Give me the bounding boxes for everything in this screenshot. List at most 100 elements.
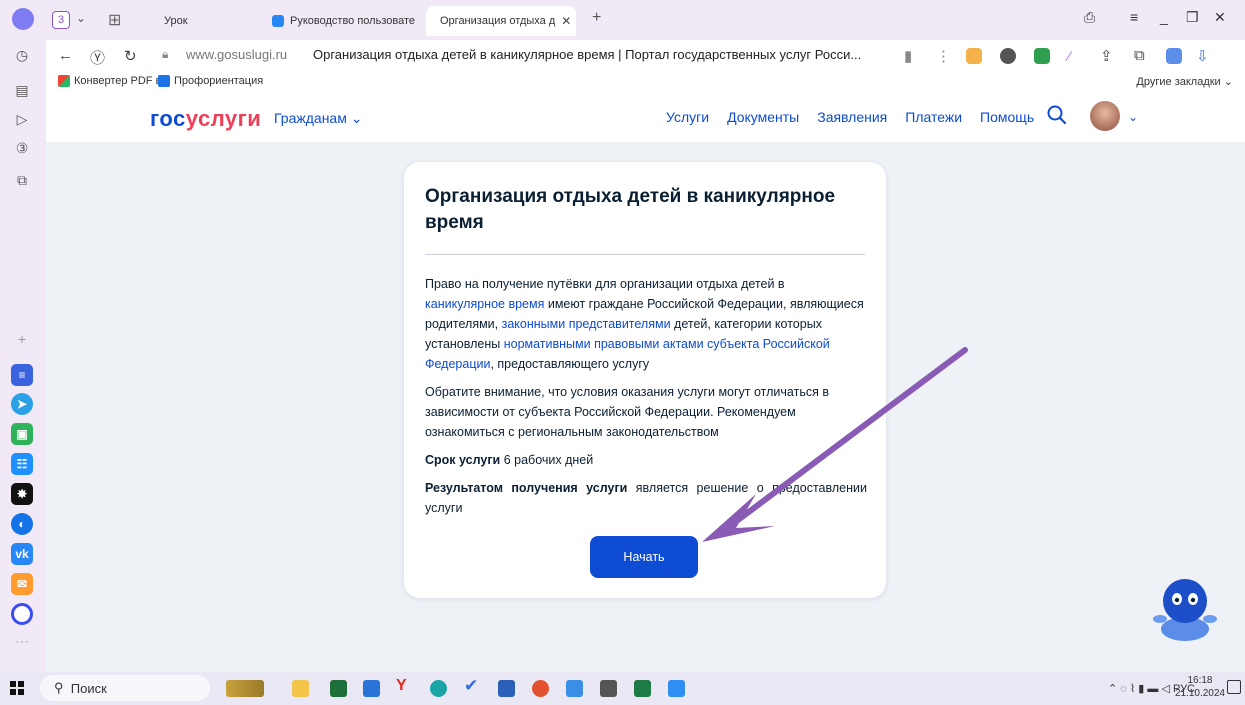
download-cloud-icon[interactable]: ⇪: [1100, 47, 1113, 65]
bookmark-icon[interactable]: ▮: [904, 47, 912, 65]
avatar[interactable]: [1090, 101, 1120, 131]
excel-icon[interactable]: [634, 680, 651, 697]
back-icon[interactable]: ←: [58, 47, 73, 64]
term-paragraph: Срок услуги 6 рабочих дней: [425, 450, 867, 470]
service-card: Организация отдыха детей в каникулярное …: [404, 162, 886, 598]
vk-icon[interactable]: vk: [11, 543, 33, 565]
tab-bar: 3 ⌄ ⊞ Урок Руководство пользовате Органи…: [46, 0, 1245, 40]
tab-active-gosuslugi[interactable]: Организация отдыха д ✕: [426, 6, 576, 36]
link-vacation-time[interactable]: каникулярное время: [425, 297, 544, 311]
new-tab-icon[interactable]: +: [592, 9, 601, 27]
nav-documents[interactable]: Документы: [727, 109, 799, 125]
chevron-down-icon[interactable]: ⌄: [1128, 110, 1138, 124]
audio-extension-icon[interactable]: [966, 48, 982, 64]
windows-start-icon[interactable]: [10, 681, 24, 695]
yandex-browser-icon[interactable]: Y: [396, 677, 413, 694]
burst-app-icon[interactable]: ✸: [11, 483, 33, 505]
close-icon[interactable]: ✕: [561, 14, 571, 28]
nav-payments[interactable]: Платежи: [905, 109, 962, 125]
notifications-icon[interactable]: [1227, 680, 1241, 694]
other-bookmarks-label: Другие закладки: [1136, 76, 1221, 88]
collections-icon[interactable]: ▤: [10, 78, 34, 102]
badge-3-icon[interactable]: ③: [10, 136, 34, 160]
nav-help[interactable]: Помощь: [980, 109, 1034, 125]
service-title: Организация отдыха детей в каникулярное …: [425, 186, 836, 233]
more-vertical-icon[interactable]: ⋮: [936, 47, 951, 65]
chevron-down-icon: ⌄: [350, 110, 363, 126]
vk-icon: [272, 15, 284, 27]
logo-part1: гос: [150, 106, 186, 131]
yandex-icon[interactable]: Ⓨ: [90, 47, 105, 68]
profile-extension-icon[interactable]: [1166, 48, 1182, 64]
career-icon: [158, 75, 170, 87]
page-title[interactable]: Организация отдыха детей в каникулярное …: [313, 47, 861, 62]
other-bookmarks[interactable]: Другие закладки ⌄: [1136, 75, 1233, 88]
restore-icon[interactable]: ❐: [1186, 9, 1199, 26]
pen-icon[interactable]: ⁄: [1068, 48, 1084, 64]
file-explorer-icon[interactable]: [292, 680, 309, 697]
citizens-menu[interactable]: Гражданам ⌄: [274, 110, 362, 127]
history-icon[interactable]: ◷: [10, 43, 34, 67]
tab-groups-icon[interactable]: ⊞: [108, 10, 121, 30]
bookmark-career[interactable]: Профориентация: [158, 75, 263, 87]
play-icon[interactable]: ▷: [10, 107, 34, 131]
word-icon[interactable]: [498, 680, 515, 697]
url-text[interactable]: www.gosuslugi.ru: [186, 47, 287, 62]
messenger-app-icon[interactable]: ≡: [11, 364, 33, 386]
lock-icon: 🔒︎: [162, 47, 169, 61]
menu-icon[interactable]: ≡: [1130, 9, 1138, 25]
chevron-down-icon[interactable]: ⌄: [76, 11, 86, 25]
term-label: Срок услуги: [425, 453, 501, 467]
nav-services[interactable]: Услуги: [666, 109, 709, 125]
notice-paragraph: Обратите внимание, что условия оказания …: [425, 385, 829, 439]
todo-icon[interactable]: ✔: [464, 676, 481, 695]
reload-icon[interactable]: ↻: [124, 47, 137, 65]
tab-label: Руководство пользовате: [290, 15, 415, 27]
service-description: Право на получение путёвки для организац…: [425, 274, 867, 526]
nav-applications[interactable]: Заявления: [817, 109, 887, 125]
mail-icon[interactable]: ✉: [11, 573, 33, 595]
browser-sidebar: ◷ ▤ ▷ ③ ⧉ + ≡ ➤ ▣ ☷ ✸ ◐ vk ✉ ⋯: [0, 0, 46, 672]
tab-label: Организация отдыха д: [440, 15, 556, 27]
assistant-robot-icon[interactable]: [1150, 567, 1220, 647]
bookmark-pdf[interactable]: Конвертер PDF в: [58, 75, 161, 87]
telegram-icon[interactable]: ➤: [11, 393, 33, 415]
idea-extension-icon[interactable]: [1000, 48, 1016, 64]
calculator-icon[interactable]: [600, 680, 617, 697]
more-icon[interactable]: ⋯: [10, 629, 34, 653]
text-fragment: , предоставляющего услугу: [490, 357, 650, 371]
link-legal-representatives[interactable]: законными представителями: [502, 317, 671, 331]
profile-avatar[interactable]: [12, 8, 34, 30]
add-panel-icon[interactable]: +: [10, 327, 34, 351]
edge-icon[interactable]: [430, 680, 447, 697]
shield-extension-icon[interactable]: [1034, 48, 1050, 64]
download-icon[interactable]: ⇩: [1196, 47, 1209, 65]
result-label: Результатом получения услуги: [425, 481, 628, 495]
alice-icon[interactable]: [11, 603, 33, 625]
tab-guide[interactable]: Руководство пользовате: [272, 10, 424, 32]
powerpoint-icon[interactable]: [532, 680, 549, 697]
tab-count-badge[interactable]: 3: [52, 11, 70, 29]
browser-app-icon[interactable]: ◐: [11, 513, 33, 535]
search-icon[interactable]: [1046, 104, 1068, 126]
top-nav: Услуги Документы Заявления Платежи Помощ…: [666, 109, 1034, 125]
store-icon[interactable]: [330, 680, 347, 697]
widgets-icon[interactable]: [226, 680, 264, 697]
start-button[interactable]: Начать: [590, 536, 698, 578]
clock[interactable]: 16:18 21.10.2024: [1175, 675, 1225, 700]
date: 21.10.2024: [1174, 687, 1225, 699]
bookmark-panel-icon[interactable]: ⎙: [1084, 9, 1095, 26]
grid-app-icon[interactable]: ▣: [11, 423, 33, 445]
screenshot-icon[interactable]: ⧉: [10, 168, 34, 192]
search-label: Поиск: [70, 680, 107, 696]
close-window-icon[interactable]: ✕: [1214, 9, 1226, 26]
messenger-icon[interactable]: [668, 680, 685, 697]
gosuslugi-logo[interactable]: госуслуги: [150, 106, 261, 132]
taskbar-search[interactable]: ⚲ Поиск: [40, 675, 210, 701]
chat-app-icon[interactable]: ☷: [11, 453, 33, 475]
outlook-icon[interactable]: [363, 680, 380, 697]
extensions-icon[interactable]: ⧉: [1134, 47, 1145, 64]
calendar-icon[interactable]: [566, 680, 583, 697]
minimize-icon[interactable]: _: [1160, 9, 1168, 25]
bookmark-label: Конвертер PDF в: [74, 75, 162, 87]
